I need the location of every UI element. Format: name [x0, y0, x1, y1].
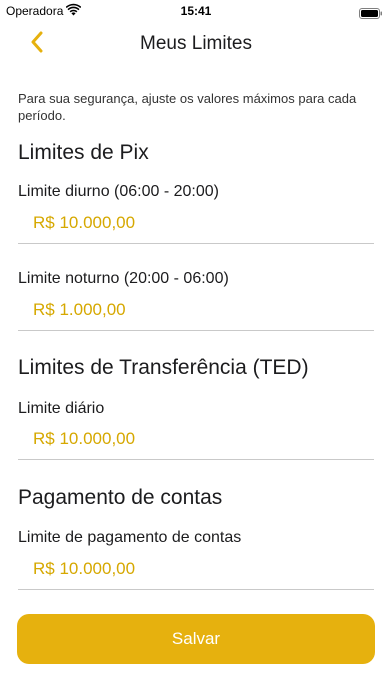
ted-daily-limit-input[interactable]: R$ 10.000,00 [33, 429, 135, 449]
section-title-pix: Limites de Pix [18, 141, 149, 164]
divider [18, 243, 374, 244]
pix-night-limit-input[interactable]: R$ 1.000,00 [33, 300, 126, 320]
save-button[interactable]: Salvar [17, 614, 375, 664]
divider [18, 459, 374, 460]
ted-daily-limit-label: Limite diário [18, 400, 105, 417]
divider [18, 589, 374, 590]
nav-bar: Meus Limites [0, 22, 392, 66]
chevron-left-icon [30, 31, 44, 58]
pix-daytime-limit-label: Limite diurno (06:00 - 20:00) [18, 183, 219, 200]
bills-limit-label: Limite de pagamento de contas [18, 529, 242, 546]
pix-daytime-limit-input[interactable]: R$ 10.000,00 [33, 213, 135, 233]
intro-text: Para sua segurança, ajuste os valores má… [18, 91, 357, 123]
status-bar: Operadora 15:41 [0, 0, 392, 22]
section-title-bills: Pagamento de contas [18, 486, 223, 509]
pix-night-limit-label: Limite noturno (20:00 - 06:00) [18, 270, 229, 287]
bills-limit-input[interactable]: R$ 10.000,00 [33, 559, 135, 579]
section-title-ted: Limites de Transferência (TED) [18, 356, 309, 379]
back-button[interactable] [22, 30, 52, 58]
clock: 15:41 [180, 4, 212, 18]
battery-icon [359, 6, 383, 19]
divider [18, 330, 374, 331]
page-title: Meus Limites [140, 33, 252, 54]
